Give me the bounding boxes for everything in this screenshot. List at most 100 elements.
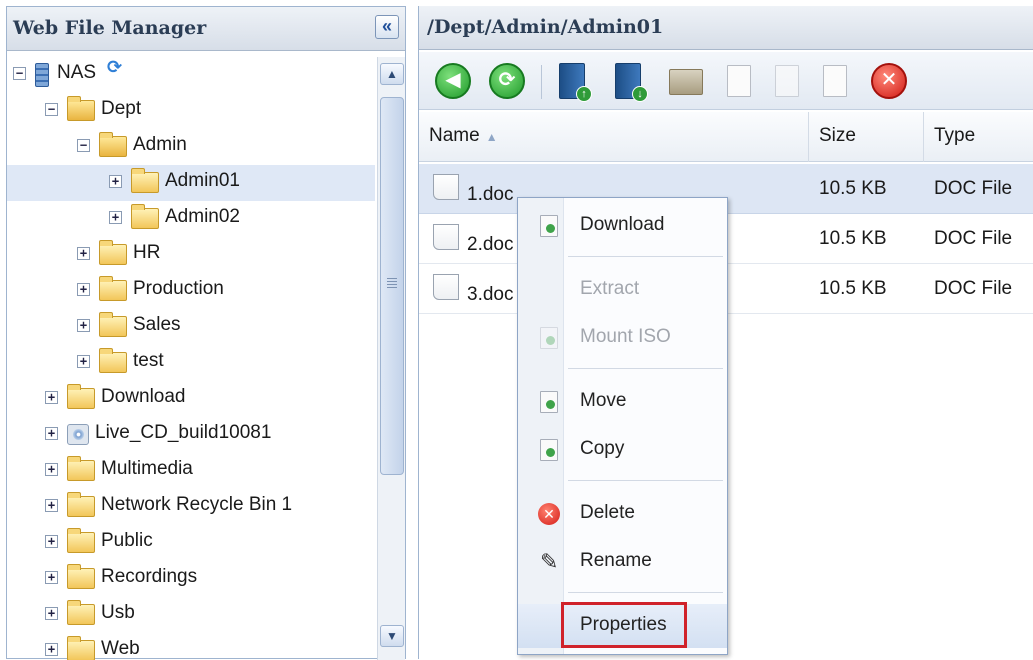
folder-icon	[67, 492, 95, 517]
document-icon	[433, 224, 459, 250]
tree-node-dept[interactable]: − Dept	[7, 93, 375, 129]
folder-tree: − NAS ⟳ − Dept − Admin + Admin01 + Admin02 + HR + Prod…	[7, 57, 375, 660]
back-icon[interactable]: ◀	[435, 63, 471, 99]
expand-node-icon[interactable]: +	[45, 391, 58, 404]
expand-node-icon[interactable]: +	[45, 571, 58, 584]
tree-node-test[interactable]: + test	[7, 345, 375, 381]
tree-node-label: Web	[101, 638, 140, 659]
collapse-node-icon[interactable]: −	[77, 139, 90, 152]
tree-node-label: NAS	[57, 62, 97, 83]
scrollbar-thumb[interactable]	[380, 97, 404, 475]
rename-icon[interactable]	[727, 65, 751, 97]
tree-node-usb[interactable]: + Usb	[7, 597, 375, 633]
expand-node-icon[interactable]: +	[109, 211, 122, 224]
tree-node-admin[interactable]: − Admin	[7, 129, 375, 165]
menu-label: Move	[580, 390, 627, 411]
mount-iso-icon	[540, 327, 558, 349]
menu-label: Delete	[580, 502, 635, 523]
column-size[interactable]: Size	[809, 112, 924, 162]
sort-ascending-icon: ▲	[485, 130, 498, 144]
column-type[interactable]: Type	[924, 112, 1033, 162]
column-name-label: Name	[429, 125, 480, 146]
nas-server-icon	[35, 63, 49, 87]
tree-node-download[interactable]: + Download	[7, 381, 375, 417]
document-icon	[433, 174, 459, 200]
folder-icon	[67, 636, 95, 660]
tree-node-admin02[interactable]: + Admin02	[7, 201, 375, 237]
menu-separator	[568, 592, 723, 593]
file-grid-header: Name ▲ Size Type	[419, 112, 1033, 162]
folder-icon	[67, 564, 95, 589]
refresh-icon[interactable]: ⟳	[107, 57, 122, 78]
menu-label: Properties	[580, 614, 667, 635]
tree-scrollbar[interactable]: ▲ ▼	[377, 57, 405, 660]
tree-node-sales[interactable]: + Sales	[7, 309, 375, 345]
new-folder-icon[interactable]	[669, 69, 703, 95]
folder-icon	[67, 600, 95, 625]
toolbar: ◀ ⟳ ↑ ↓ ✕	[419, 52, 1033, 110]
folder-open-icon	[99, 132, 127, 157]
collapse-node-icon[interactable]: −	[45, 103, 58, 116]
tree-node-nas[interactable]: − NAS ⟳	[7, 57, 375, 93]
file-type: DOC File	[934, 278, 1013, 299]
expand-node-icon[interactable]: +	[45, 643, 58, 656]
tree-node-multimedia[interactable]: + Multimedia	[7, 453, 375, 489]
menu-item-copy[interactable]: Copy	[518, 428, 727, 472]
menu-item-download[interactable]: Download	[518, 204, 727, 248]
expand-node-icon[interactable]: +	[77, 247, 90, 260]
tree-node-admin01[interactable]: + Admin01	[7, 165, 375, 201]
refresh-icon[interactable]: ⟳	[489, 63, 525, 99]
tree-node-label: Production	[133, 278, 224, 299]
tree-node-label: Usb	[101, 602, 135, 623]
tree-node-web[interactable]: + Web	[7, 633, 375, 660]
expand-node-icon[interactable]: +	[45, 607, 58, 620]
scroll-up-icon[interactable]: ▲	[380, 63, 404, 85]
expand-node-icon[interactable]: +	[77, 355, 90, 368]
file-size: 10.5 KB	[819, 278, 887, 299]
expand-node-icon[interactable]: +	[45, 499, 58, 512]
download-icon[interactable]: ↓	[615, 63, 651, 102]
expand-node-icon[interactable]: +	[77, 319, 90, 332]
expand-node-icon[interactable]: +	[109, 175, 122, 188]
path-bar: /Dept/Admin/Admin01	[419, 6, 1033, 50]
tree-node-hr[interactable]: + HR	[7, 237, 375, 273]
menu-item-rename[interactable]: ✎ Rename	[518, 540, 727, 584]
folder-icon	[67, 456, 95, 481]
copy-icon	[540, 439, 558, 461]
column-name[interactable]: Name ▲	[419, 112, 809, 162]
collapse-node-icon[interactable]: −	[13, 67, 26, 80]
tree-node-label: Multimedia	[101, 458, 193, 479]
menu-label: Extract	[580, 278, 640, 299]
tree-node-label: Admin02	[165, 206, 240, 227]
column-type-label: Type	[934, 125, 976, 146]
download-icon	[540, 215, 558, 237]
delete-icon[interactable]: ✕	[871, 63, 907, 99]
delete-icon: ✕	[538, 503, 560, 525]
expand-node-icon[interactable]: +	[45, 463, 58, 476]
file-size: 10.5 KB	[819, 178, 887, 199]
tree-node-label: HR	[133, 242, 161, 263]
folder-icon	[67, 528, 95, 553]
tree-node-label: Dept	[101, 98, 142, 119]
copy-icon[interactable]	[775, 65, 799, 97]
menu-separator	[568, 256, 723, 257]
tree-node-production[interactable]: + Production	[7, 273, 375, 309]
collapse-panel-button[interactable]: «	[375, 15, 399, 39]
scroll-down-icon[interactable]: ▼	[380, 625, 404, 647]
tree-node-label: Download	[101, 386, 186, 407]
expand-node-icon[interactable]: +	[77, 283, 90, 296]
move-icon[interactable]	[823, 65, 847, 97]
menu-separator	[568, 368, 723, 369]
upload-icon[interactable]: ↑	[559, 63, 595, 102]
menu-item-properties[interactable]: Properties	[518, 602, 727, 648]
tree-node-public[interactable]: + Public	[7, 525, 375, 561]
menu-item-delete[interactable]: ✕ Delete	[518, 492, 727, 536]
tree-node-recordings[interactable]: + Recordings	[7, 561, 375, 597]
tree-panel-header: Web File Manager «	[7, 7, 405, 51]
menu-item-move[interactable]: Move	[518, 380, 727, 424]
folder-icon	[99, 312, 127, 337]
expand-node-icon[interactable]: +	[45, 535, 58, 548]
tree-node-live-cd-build10081[interactable]: + Live_CD_build10081	[7, 417, 375, 453]
tree-node-network-recycle-bin-1[interactable]: + Network Recycle Bin 1	[7, 489, 375, 525]
expand-node-icon[interactable]: +	[45, 427, 58, 440]
